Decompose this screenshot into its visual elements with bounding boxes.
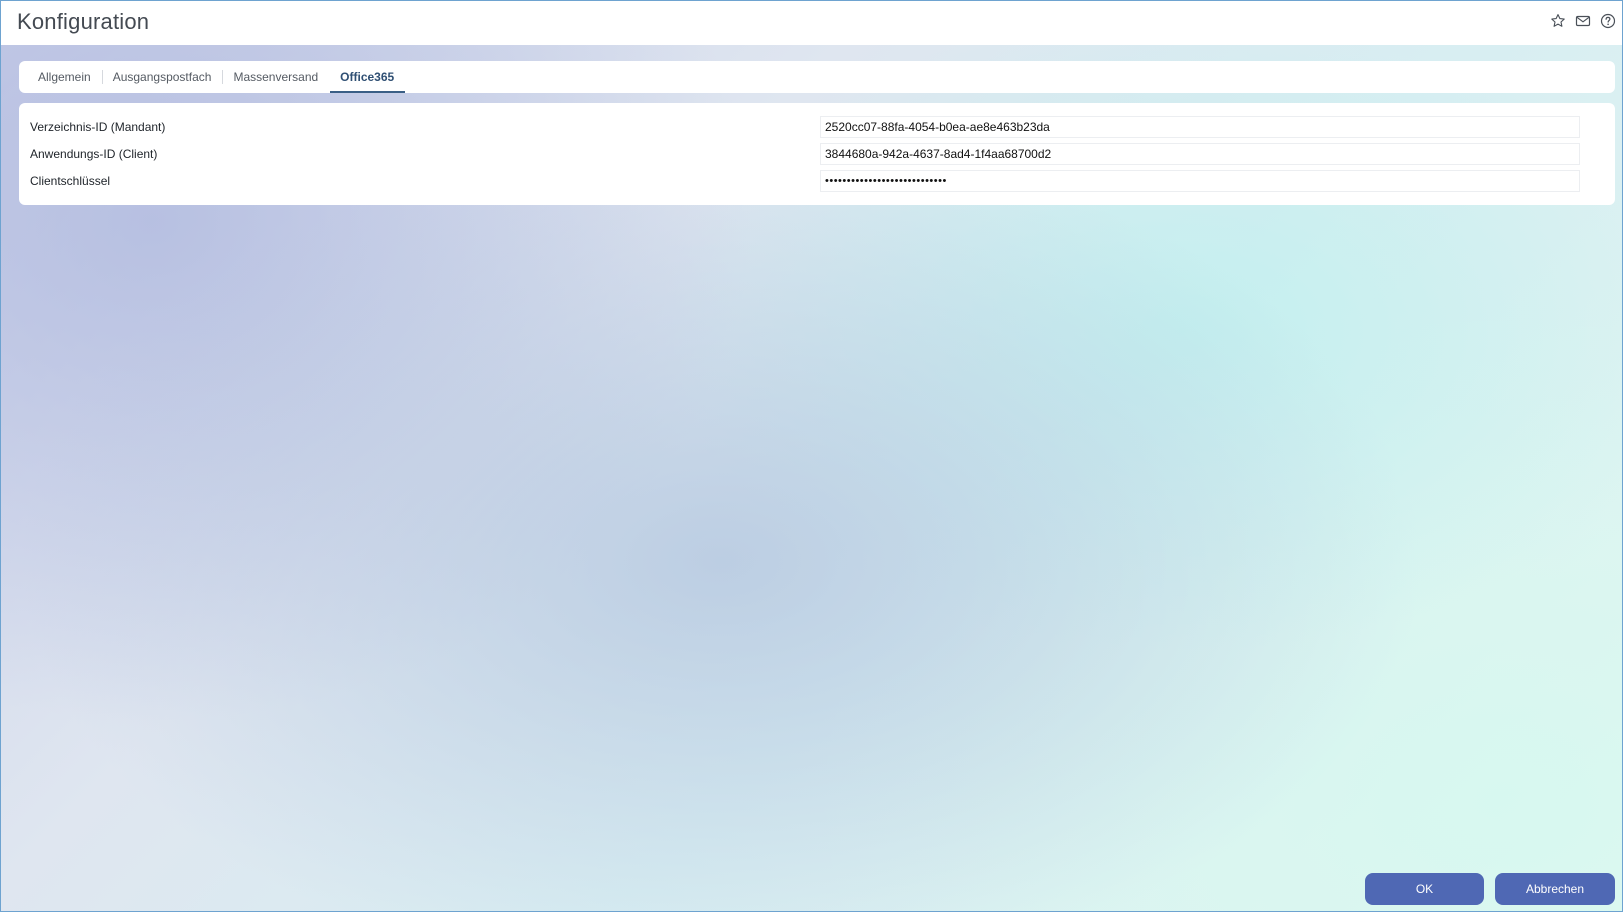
star-icon[interactable] <box>1550 13 1566 29</box>
tab-massenversand[interactable]: Massenversand <box>222 61 329 93</box>
tenant-id-label: Verzeichnis-ID (Mandant) <box>30 120 166 134</box>
client-secret-label: Clientschlüssel <box>30 174 111 188</box>
tab-bar: Allgemein Ausgangspostfach Massenversand… <box>19 61 1615 93</box>
tenant-id-field[interactable] <box>820 116 1580 138</box>
configuration-window: Konfiguration Allgemein Ausgangspostfach… <box>0 0 1623 912</box>
tab-allgemein[interactable]: Allgemein <box>27 61 102 93</box>
form-row-client-secret: Clientschlüssel <box>19 170 1615 192</box>
tab-office365[interactable]: Office365 <box>329 61 406 93</box>
help-icon[interactable] <box>1600 13 1616 29</box>
office365-settings-panel: Verzeichnis-ID (Mandant) Anwendungs-ID (… <box>19 103 1615 205</box>
mail-icon[interactable] <box>1575 13 1591 29</box>
form-row-client-id: Anwendungs-ID (Client) <box>19 143 1615 165</box>
client-secret-field[interactable] <box>820 170 1580 192</box>
cancel-button[interactable]: Abbrechen <box>1495 873 1615 905</box>
title-actions <box>1550 13 1616 29</box>
ok-button[interactable]: OK <box>1365 873 1484 905</box>
client-id-label: Anwendungs-ID (Client) <box>30 147 158 161</box>
client-id-field[interactable] <box>820 143 1580 165</box>
tab-ausgangspostfach[interactable]: Ausgangspostfach <box>101 61 223 93</box>
title-bar: Konfiguration <box>1 1 1622 45</box>
page-title: Konfiguration <box>17 9 150 34</box>
form-row-tenant-id: Verzeichnis-ID (Mandant) <box>19 116 1615 138</box>
